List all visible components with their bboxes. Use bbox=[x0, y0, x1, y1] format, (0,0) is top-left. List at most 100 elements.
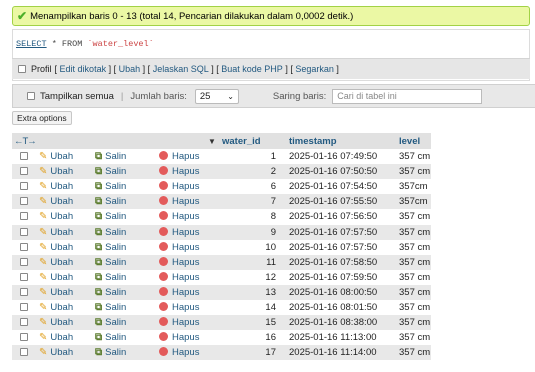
column-header-level[interactable]: level bbox=[399, 136, 420, 147]
row-checkbox[interactable] bbox=[20, 227, 28, 236]
cell-level[interactable]: 357 cm bbox=[399, 227, 430, 238]
link-edit-inline[interactable]: Edit dikotak bbox=[60, 64, 107, 74]
edit-link[interactable]: ✎ Ubah bbox=[39, 257, 73, 268]
link-refresh[interactable]: Segarkan bbox=[295, 64, 334, 74]
cell-timestamp[interactable]: 2025-01-16 11:13:00 bbox=[289, 332, 377, 343]
filter-input[interactable]: Cari di tabel ini bbox=[332, 88, 483, 104]
row-checkbox[interactable] bbox=[20, 272, 28, 281]
edit-link[interactable]: ✎ Ubah bbox=[39, 227, 73, 238]
row-checkbox[interactable] bbox=[20, 197, 28, 206]
rows-select[interactable]: 25 ⌄ bbox=[194, 88, 239, 104]
copy-link[interactable]: ⧉ Salin bbox=[95, 166, 126, 177]
cell-level[interactable]: 357cm bbox=[399, 196, 428, 207]
edit-link[interactable]: ✎ Ubah bbox=[39, 302, 73, 313]
row-checkbox[interactable] bbox=[20, 242, 28, 251]
column-header-water-id[interactable]: water_id bbox=[222, 136, 261, 147]
cell-timestamp[interactable]: 2025-01-16 07:57:50 bbox=[289, 227, 377, 238]
copy-link[interactable]: ⧉ Salin bbox=[95, 242, 126, 253]
delete-link[interactable]: Hapus bbox=[159, 317, 199, 328]
row-checkbox[interactable] bbox=[20, 287, 28, 296]
copy-link[interactable]: ⧉ Salin bbox=[95, 181, 126, 192]
cell-timestamp[interactable]: 2025-01-16 07:50:50 bbox=[289, 166, 377, 177]
row-checkbox[interactable] bbox=[20, 167, 28, 176]
cell-water-id[interactable]: 10 bbox=[224, 242, 276, 253]
cell-water-id[interactable]: 7 bbox=[224, 196, 276, 207]
row-checkbox[interactable] bbox=[20, 303, 28, 311]
delete-link[interactable]: Hapus bbox=[159, 347, 199, 358]
cell-water-id[interactable]: 17 bbox=[224, 347, 276, 358]
show-all-label[interactable]: Tampilkan semua bbox=[40, 91, 114, 102]
edit-link[interactable]: ✎ Ubah bbox=[39, 347, 73, 358]
cell-level[interactable]: 357cm bbox=[399, 181, 428, 192]
cell-timestamp[interactable]: 2025-01-16 07:55:50 bbox=[289, 196, 377, 207]
row-checkbox[interactable] bbox=[20, 257, 28, 266]
row-checkbox[interactable] bbox=[20, 152, 28, 160]
cell-water-id[interactable]: 13 bbox=[224, 287, 276, 298]
cell-level[interactable]: 357 cm bbox=[399, 257, 430, 268]
column-header-timestamp[interactable]: timestamp bbox=[289, 136, 337, 147]
copy-link[interactable]: ⧉ Salin bbox=[95, 317, 126, 328]
column-resize-arrows-icon[interactable]: ←T→ bbox=[14, 136, 37, 147]
profil-checkbox[interactable] bbox=[18, 65, 26, 73]
copy-link[interactable]: ⧉ Salin bbox=[95, 272, 126, 283]
cell-timestamp[interactable]: 2025-01-16 07:58:50 bbox=[289, 257, 377, 268]
row-checkbox[interactable] bbox=[20, 318, 28, 327]
delete-link[interactable]: Hapus bbox=[159, 332, 199, 343]
edit-link[interactable]: ✎ Ubah bbox=[39, 151, 73, 162]
cell-level[interactable]: 357 cm bbox=[399, 166, 430, 177]
cell-water-id[interactable]: 1 bbox=[224, 151, 276, 162]
row-checkbox[interactable] bbox=[20, 182, 28, 191]
cell-level[interactable]: 357 cm bbox=[399, 151, 430, 162]
edit-link[interactable]: ✎ Ubah bbox=[39, 166, 73, 177]
delete-link[interactable]: Hapus bbox=[159, 271, 199, 283]
cell-timestamp[interactable]: 2025-01-16 07:54:50 bbox=[289, 181, 377, 192]
delete-link[interactable]: Hapus bbox=[159, 286, 199, 298]
cell-timestamp[interactable]: 2025-01-16 07:56:50 bbox=[289, 211, 377, 222]
show-all-checkbox[interactable] bbox=[27, 92, 35, 100]
link-edit[interactable]: Ubah bbox=[119, 64, 141, 74]
row-checkbox[interactable] bbox=[20, 348, 28, 357]
copy-link[interactable]: ⧉ Salin bbox=[95, 257, 126, 268]
sql-query[interactable]: SELECT * FROM `water_level` bbox=[16, 39, 154, 49]
copy-link[interactable]: ⧉ Salin bbox=[95, 332, 126, 343]
cell-level[interactable]: 357 cm bbox=[399, 242, 430, 253]
cell-water-id[interactable]: 14 bbox=[224, 302, 276, 313]
cell-water-id[interactable]: 9 bbox=[224, 227, 276, 238]
edit-link[interactable]: ✎ Ubah bbox=[39, 242, 73, 253]
delete-link[interactable]: Hapus bbox=[159, 302, 199, 313]
edit-link[interactable]: ✎ Ubah bbox=[39, 211, 73, 222]
cell-level[interactable]: 357 cm bbox=[399, 211, 430, 222]
delete-link[interactable]: Hapus bbox=[159, 181, 199, 192]
cell-timestamp[interactable]: 2025-01-16 07:49:50 bbox=[289, 151, 377, 162]
cell-water-id[interactable]: 16 bbox=[224, 332, 276, 343]
cell-water-id[interactable]: 6 bbox=[224, 181, 276, 192]
cell-water-id[interactable]: 12 bbox=[224, 272, 276, 283]
edit-link[interactable]: ✎ Ubah bbox=[39, 272, 73, 283]
cell-water-id[interactable]: 15 bbox=[224, 317, 276, 328]
cell-timestamp[interactable]: 2025-01-16 07:57:50 bbox=[289, 242, 377, 253]
cell-level[interactable]: 357 cm bbox=[399, 287, 430, 298]
edit-link[interactable]: ✎ Ubah bbox=[39, 196, 73, 207]
row-checkbox[interactable] bbox=[20, 212, 28, 221]
copy-link[interactable]: ⧉ Salin bbox=[95, 287, 126, 298]
copy-link[interactable]: ⧉ Salin bbox=[95, 196, 126, 207]
cell-timestamp[interactable]: 2025-01-16 11:14:00 bbox=[289, 347, 377, 358]
copy-link[interactable]: ⧉ Salin bbox=[95, 227, 126, 238]
delete-link[interactable]: Hapus bbox=[159, 151, 199, 162]
delete-link[interactable]: Hapus bbox=[159, 241, 199, 253]
delete-link[interactable]: Hapus bbox=[159, 196, 199, 207]
copy-link[interactable]: ⧉ Salin bbox=[95, 302, 126, 313]
delete-link[interactable]: Hapus bbox=[159, 211, 199, 222]
cell-level[interactable]: 357 cm bbox=[399, 332, 430, 343]
edit-link[interactable]: ✎ Ubah bbox=[39, 287, 73, 298]
extra-options-button[interactable]: Extra options bbox=[12, 111, 72, 125]
copy-link[interactable]: ⧉ Salin bbox=[95, 211, 126, 222]
cell-level[interactable]: 357 cm bbox=[399, 272, 430, 283]
link-explain-sql[interactable]: Jelaskan SQL bbox=[153, 64, 209, 74]
cell-level[interactable]: 357 cm bbox=[399, 317, 430, 328]
cell-timestamp[interactable]: 2025-01-16 07:59:50 bbox=[289, 272, 377, 283]
delete-link[interactable]: Hapus bbox=[159, 226, 199, 238]
row-checkbox[interactable] bbox=[20, 333, 28, 342]
cell-timestamp[interactable]: 2025-01-16 08:38:00 bbox=[289, 317, 377, 328]
cell-level[interactable]: 357 cm bbox=[399, 302, 430, 313]
